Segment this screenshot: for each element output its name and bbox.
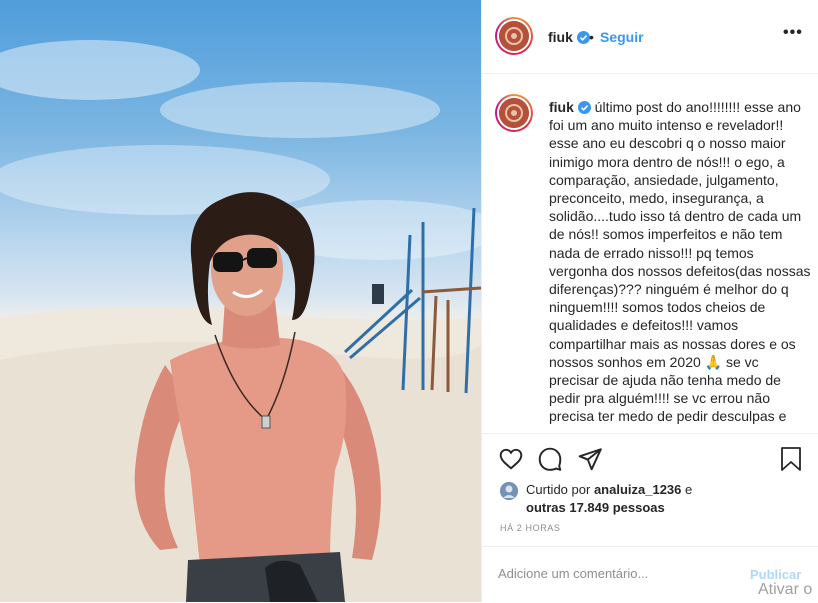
publish-button[interactable]: Publicar	[750, 567, 801, 582]
actions-section: Curtido por analuiza_1236 e outras 17.84…	[482, 433, 818, 546]
separator-dot: •	[589, 29, 594, 45]
verified-badge-icon	[577, 101, 591, 114]
likes-conjunction: e	[685, 482, 693, 497]
post-header: fiuk • Seguir •••	[482, 0, 818, 74]
caption-body: último post do ano!!!!!!!! esse ano foi …	[549, 99, 811, 425]
caption-area: fiuk último post do ano!!!!!!!! esse ano…	[482, 74, 818, 432]
likes-count[interactable]: outras 17.849 pessoas	[526, 500, 665, 515]
comment-icon[interactable]	[537, 446, 563, 472]
more-options-icon[interactable]: •••	[783, 24, 803, 42]
liker-username[interactable]: analuiza_1236	[594, 482, 681, 497]
beach-photo-illustration	[0, 40, 481, 602]
avatar-image	[499, 21, 529, 51]
likes-text: Curtido por analuiza_1236 e outras 17.84…	[526, 481, 806, 517]
author-username-text[interactable]: fiuk	[548, 29, 573, 45]
author-username[interactable]: fiuk	[548, 29, 590, 45]
liker-avatar[interactable]	[500, 482, 518, 500]
share-icon[interactable]	[577, 446, 603, 472]
comment-input[interactable]	[498, 566, 718, 581]
post-timestamp[interactable]: HÁ 2 HORAS	[500, 523, 561, 533]
heart-icon[interactable]	[498, 446, 524, 472]
liker-avatar-image	[500, 482, 518, 500]
caption-avatar-image	[499, 98, 529, 128]
caption-username[interactable]: fiuk	[549, 99, 574, 115]
author-avatar[interactable]	[495, 17, 533, 55]
likes-prefix: Curtido por	[526, 482, 591, 497]
bookmark-icon[interactable]	[779, 446, 803, 472]
caption-author-avatar[interactable]	[495, 94, 533, 132]
windows-activation-watermark: Ativar o	[758, 581, 813, 598]
post-details-panel: fiuk • Seguir ••• fiuk último post do an…	[481, 0, 818, 602]
verified-badge-icon	[576, 31, 590, 44]
caption-text: fiuk último post do ano!!!!!!!! esse ano…	[549, 98, 811, 426]
follow-button[interactable]: Seguir	[600, 29, 644, 45]
post-photo[interactable]	[0, 0, 481, 602]
